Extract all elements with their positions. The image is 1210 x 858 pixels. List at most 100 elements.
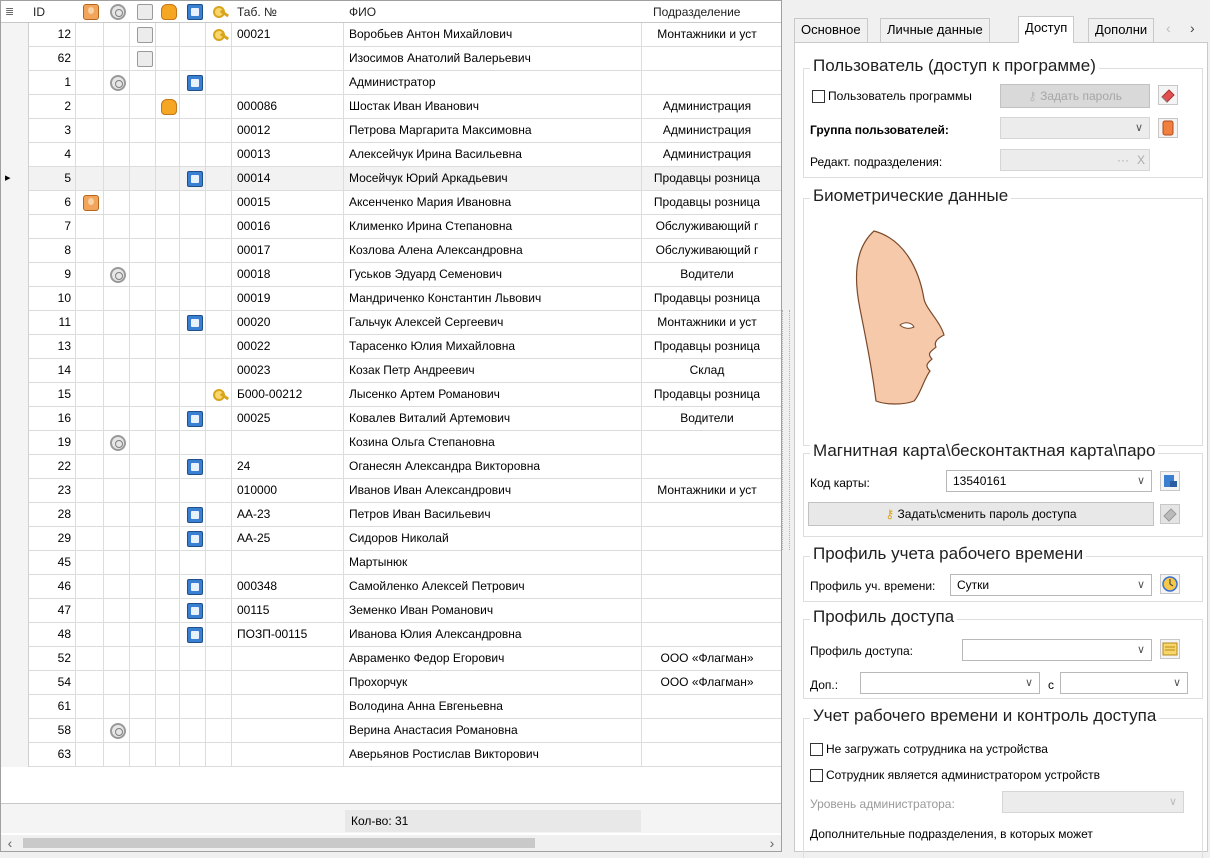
tab-access[interactable]: Доступ: [1018, 16, 1075, 43]
table-row[interactable]: 63 Аверьянов Ростислав Викторович: [1, 743, 781, 767]
row-indicator[interactable]: [1, 455, 29, 479]
row-indicator[interactable]: [1, 551, 29, 575]
worktime-profile-button[interactable]: [1160, 574, 1180, 594]
row-indicator[interactable]: [1, 431, 29, 455]
table-row[interactable]: 10 00019 Мандриченко Константин Львович Про…: [1, 287, 781, 311]
table-row[interactable]: 19 Козина Ольга Степановна: [1, 431, 781, 455]
row-indicator[interactable]: [1, 95, 29, 119]
table-row[interactable]: 13 00022 Тарасенко Юлия Михайловна Продавцы…: [1, 335, 781, 359]
horizontal-scrollbar[interactable]: ‹ ›: [1, 835, 781, 851]
table-row[interactable]: 14 00023 Козак Петр Андреевич Склад: [1, 359, 781, 383]
user-group-edit-button[interactable]: [1158, 118, 1178, 138]
table-row[interactable]: 45 Мартынюк: [1, 551, 781, 575]
panel-splitter[interactable]: [782, 310, 790, 550]
table-row[interactable]: 58 Верина Анастасия Романовна: [1, 719, 781, 743]
table-row[interactable]: 9 00018 Гуськов Эдуард Семенович Водители: [1, 263, 781, 287]
table-row[interactable]: 52 Авраменко Федор Егорович ООО «Флагман»: [1, 647, 781, 671]
header-fio[interactable]: ФИО: [349, 1, 376, 23]
program-user-checkbox[interactable]: [812, 90, 825, 103]
table-row[interactable]: 46 000348 Самойленко Алексей Петрович: [1, 575, 781, 599]
row-indicator[interactable]: [1, 143, 29, 167]
scroll-left-icon[interactable]: ‹: [1, 835, 19, 851]
tab-personal[interactable]: Личные данные: [880, 18, 990, 42]
clear-icon[interactable]: X: [1137, 150, 1145, 170]
card-column-icon[interactable]: [187, 4, 203, 20]
header-tab-no[interactable]: Таб. №: [237, 1, 277, 23]
header-dept[interactable]: Подразделение: [653, 1, 740, 23]
scroll-thumb[interactable]: [23, 838, 535, 848]
column-chooser-icon[interactable]: ≣: [5, 1, 14, 23]
row-indicator[interactable]: [1, 119, 29, 143]
row-indicator[interactable]: [1, 71, 29, 95]
table-row[interactable]: 7 00016 Клименко Ирина Степановна Обслужива…: [1, 215, 781, 239]
row-indicator[interactable]: [1, 527, 29, 551]
row-indicator[interactable]: [1, 503, 29, 527]
employee-grid[interactable]: ≣ ID Таб. № ФИО Подразделение 12 00021 Вор…: [0, 0, 782, 852]
tab-additional[interactable]: Дополни: [1088, 18, 1155, 42]
row-indicator[interactable]: [1, 335, 29, 359]
face-profile-icon[interactable]: [844, 229, 984, 429]
table-row[interactable]: 22 24 Оганесян Александра Викторовна: [1, 455, 781, 479]
table-row[interactable]: 62 Изосимов Анатолий Валерьевич: [1, 47, 781, 71]
tab-basic[interactable]: Основное: [794, 18, 868, 42]
table-row[interactable]: 12 00021 Воробьев Антон Михайлович Монтажни…: [1, 23, 781, 47]
admin-level-select[interactable]: ∨: [1002, 791, 1184, 813]
row-indicator[interactable]: [1, 623, 29, 647]
set-password-button[interactable]: ⚷ Задать пароль: [1000, 84, 1150, 108]
access-extra-select[interactable]: ∨: [860, 672, 1040, 694]
no-upload-checkbox[interactable]: [810, 743, 823, 756]
access-profile-button[interactable]: [1160, 639, 1180, 659]
row-indicator[interactable]: [1, 479, 29, 503]
tab-next-icon[interactable]: ›: [1190, 20, 1195, 36]
row-indicator[interactable]: [1, 743, 29, 767]
palm-column-icon[interactable]: [137, 4, 153, 20]
table-row[interactable]: 29 АА-25 Сидоров Николай: [1, 527, 781, 551]
card-code-select[interactable]: 13540161 ∨: [946, 470, 1152, 492]
row-indicator[interactable]: [1, 47, 29, 71]
tab-prev-icon[interactable]: ‹: [1166, 20, 1171, 36]
row-indicator[interactable]: [1, 575, 29, 599]
header-id[interactable]: ID: [33, 1, 45, 23]
current-row-arrow-icon[interactable]: ▸: [1, 167, 29, 191]
table-row[interactable]: 48 ПОЗП-00115 Иванова Юлия Александровна: [1, 623, 781, 647]
row-indicator[interactable]: [1, 287, 29, 311]
key-column-icon[interactable]: [213, 4, 229, 20]
row-indicator[interactable]: [1, 695, 29, 719]
table-row[interactable]: 54 Прохорчук ООО «Флагман»: [1, 671, 781, 695]
row-indicator[interactable]: [1, 359, 29, 383]
table-row[interactable]: 2 000086 Шостак Иван Иванович Администрация: [1, 95, 781, 119]
table-row[interactable]: 16 00025 Ковалев Виталий Артемович Водители: [1, 407, 781, 431]
row-indicator[interactable]: [1, 311, 29, 335]
table-row[interactable]: 11 00020 Гальчук Алексей Сергеевич Монтажни…: [1, 311, 781, 335]
row-indicator[interactable]: [1, 215, 29, 239]
device-admin-checkbox[interactable]: [810, 769, 823, 782]
table-row[interactable]: 4 00013 Алексейчук Ирина Васильевна Админис…: [1, 143, 781, 167]
row-indicator[interactable]: [1, 191, 29, 215]
table-row[interactable]: 3 00012 Петрова Маргарита Максимовна Админи…: [1, 119, 781, 143]
row-indicator[interactable]: [1, 719, 29, 743]
face-column-icon[interactable]: [83, 4, 99, 20]
table-row[interactable]: 8 00017 Козлова Алена Александровна Обслужи…: [1, 239, 781, 263]
table-row[interactable]: 23 010000 Иванов Иван Александрович Монтажн…: [1, 479, 781, 503]
table-row[interactable]: 6 00015 Аксенченко Мария Ивановна Продавцы …: [1, 191, 781, 215]
fingerprint-column-icon[interactable]: [110, 4, 126, 20]
worktime-profile-select[interactable]: Сутки ∨: [950, 574, 1152, 596]
row-indicator[interactable]: [1, 647, 29, 671]
table-row[interactable]: 15 Б000-00212 Лысенко Артем Романович Прода…: [1, 383, 781, 407]
table-row[interactable]: 1 Администратор: [1, 71, 781, 95]
ellipsis-icon[interactable]: ···: [1117, 150, 1129, 170]
user-group-select[interactable]: ∨: [1000, 117, 1150, 139]
clear-access-password-button[interactable]: [1160, 504, 1180, 524]
row-indicator[interactable]: [1, 383, 29, 407]
card-reader-button[interactable]: [1160, 471, 1180, 491]
access-from-select[interactable]: ∨: [1060, 672, 1188, 694]
row-indicator[interactable]: [1, 239, 29, 263]
set-access-password-button[interactable]: ⚷ Задать\сменить пароль доступа: [808, 502, 1154, 526]
scroll-right-icon[interactable]: ›: [763, 835, 781, 851]
edit-departments-field[interactable]: ··· X: [1000, 149, 1150, 171]
row-indicator[interactable]: [1, 599, 29, 623]
access-profile-select[interactable]: ∨: [962, 639, 1152, 661]
row-indicator[interactable]: [1, 23, 29, 47]
table-row[interactable]: 28 АА-23 Петров Иван Васильевич: [1, 503, 781, 527]
table-row[interactable]: 61 Володина Анна Евгеньевна: [1, 695, 781, 719]
